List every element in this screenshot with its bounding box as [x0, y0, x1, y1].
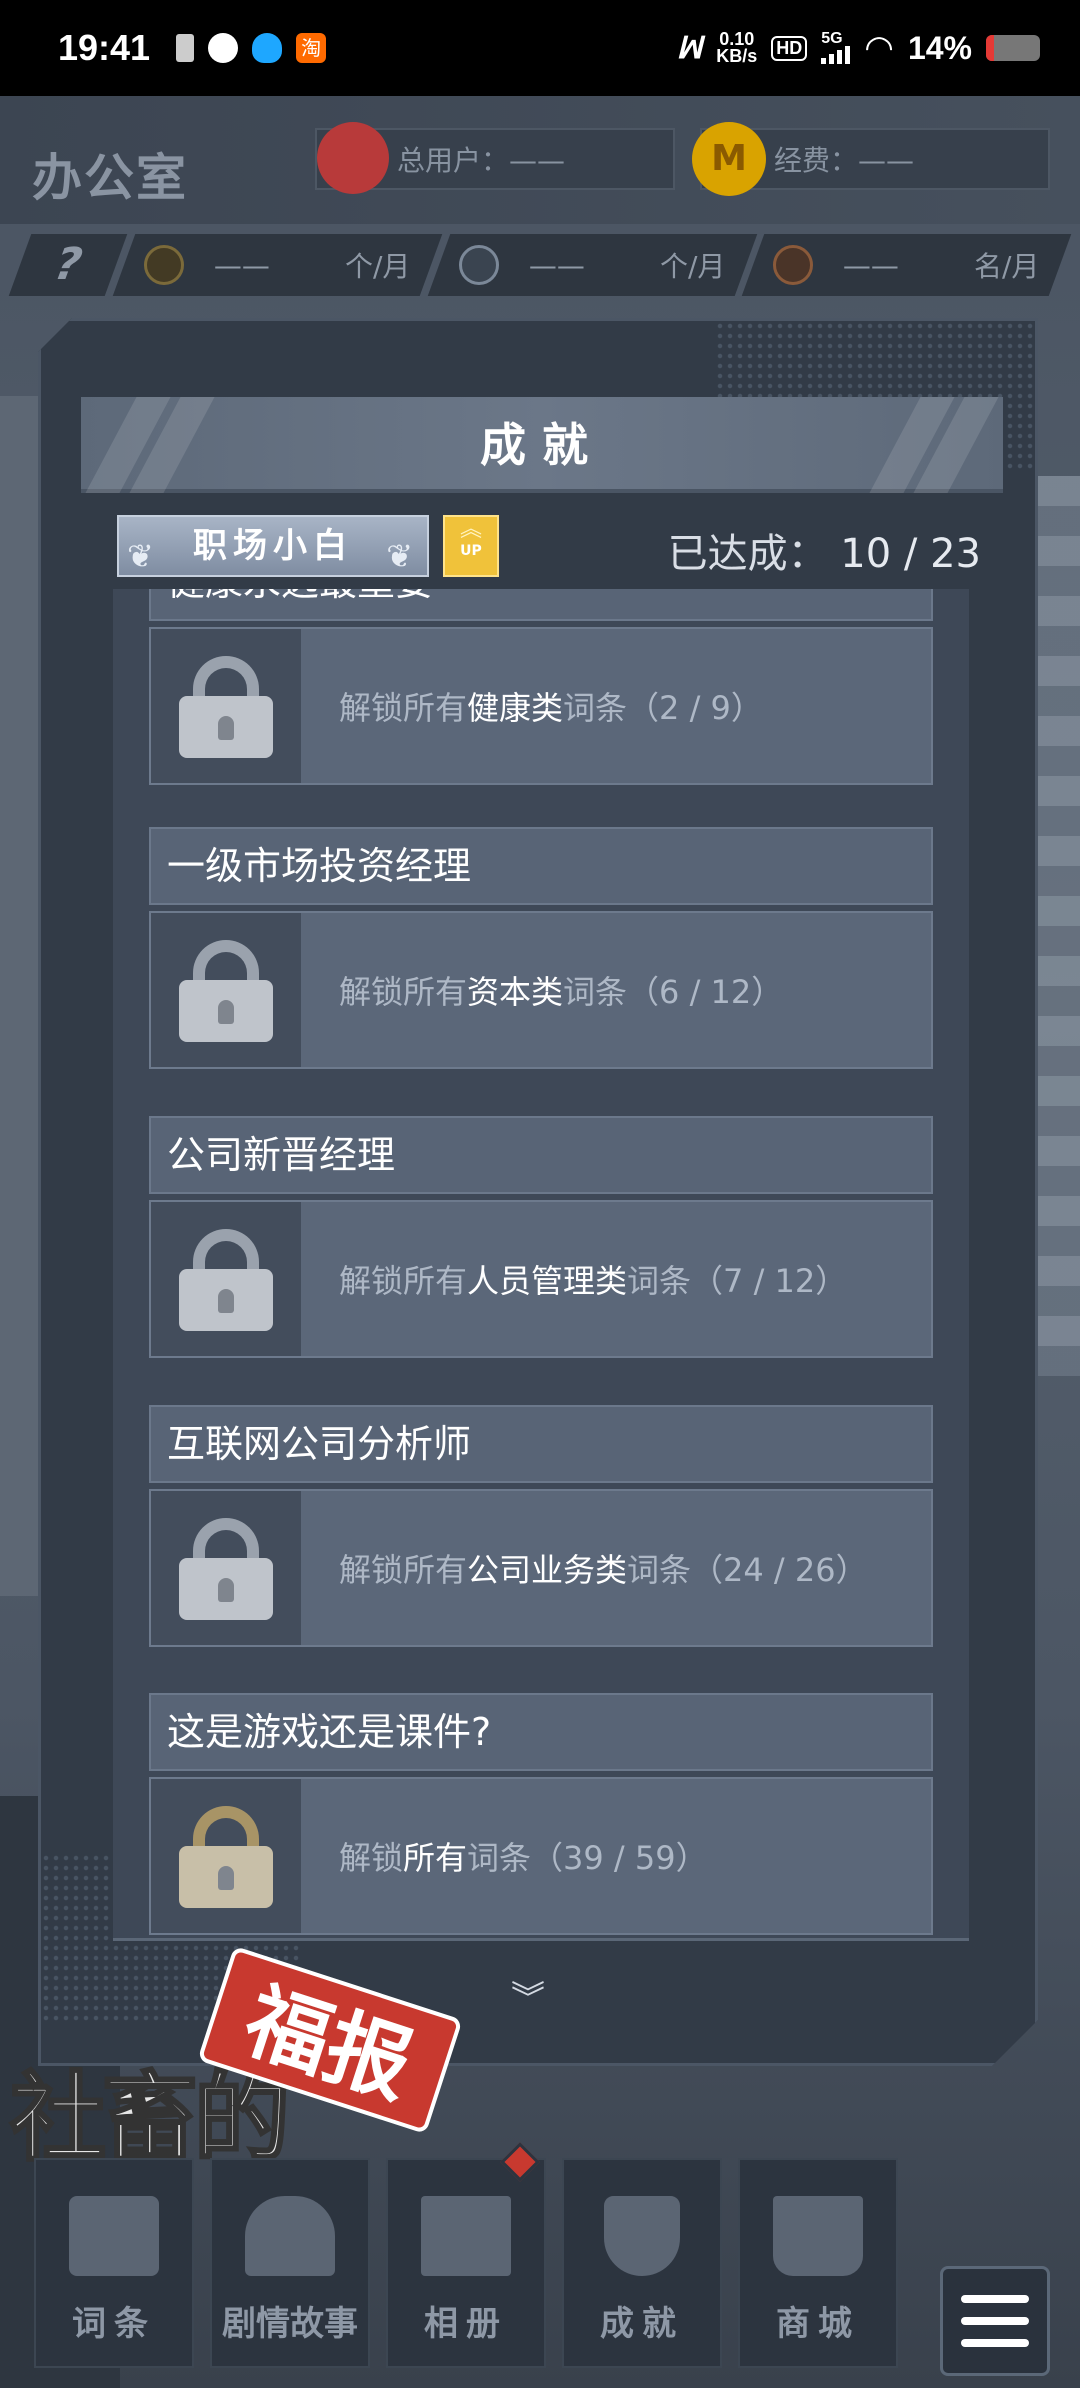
nav-shop-button[interactable]: 商城 — [738, 2158, 898, 2368]
nav-achievements-button[interactable]: 成就 — [562, 2158, 722, 2368]
stat-ideas[interactable]: —— 个/月 — [112, 234, 442, 296]
achievement-title: 这是游戏还是课件? — [149, 1693, 933, 1771]
battery-percent: 14% — [907, 29, 972, 66]
total-users-label: 总用户：—— — [397, 144, 566, 177]
rank-badge: ❦ 职场小白 ❦ — [117, 515, 429, 577]
achievement-desc: 解锁所有健康类词条（2 / 9） — [339, 689, 763, 727]
gold-lock-icon — [179, 1806, 273, 1906]
rank-up-button[interactable]: ︽ UP — [443, 515, 499, 577]
stat-staff[interactable]: —— 名/月 — [742, 234, 1072, 296]
nav-story-button[interactable]: 剧情故事 — [210, 2158, 370, 2368]
laurel-right-icon: ❦ — [386, 537, 419, 575]
modal-title-bar: 成就 — [81, 397, 1003, 493]
nfc-icon: ꟽ — [676, 31, 703, 65]
status-bar: 19:41 淘 ꟽ 0.10 KB/s HD 5G ◠ 14% — [0, 0, 1080, 96]
cart-icon — [773, 2196, 863, 2276]
taobao-icon: 淘 — [296, 33, 327, 63]
achievement-desc: 解锁所有人员管理类词条（7 / 12） — [339, 1262, 848, 1300]
achievement-item[interactable]: 健康永远最重要 解锁所有健康类词条（2 / 9） — [149, 589, 933, 785]
qq-icon — [252, 33, 283, 63]
wifi-icon: ◠ — [864, 29, 894, 67]
achievement-title: 互联网公司分析师 — [149, 1405, 933, 1483]
room-title: 办公室 — [32, 149, 188, 207]
menu-icon — [961, 2295, 1029, 2303]
battery-icon — [986, 35, 1040, 61]
help-button[interactable]: ? — [8, 234, 128, 296]
achievement-title: 公司新晋经理 — [149, 1116, 933, 1194]
chevron-up-icon: ︽ — [459, 517, 482, 542]
net-speed: 0.10 KB/s — [716, 29, 758, 66]
stat-tech[interactable]: —— 个/月 — [427, 234, 757, 296]
achievement-title: 健康永远最重要 — [149, 589, 933, 621]
coin-icon: M — [692, 122, 766, 196]
scroll-down-icon[interactable]: ︾ — [511, 1971, 545, 2020]
window-decoration — [0, 396, 40, 1596]
achievement-desc: 解锁所有资本类词条（6 / 12） — [339, 973, 784, 1011]
stats-bar: ? —— 个/月 —— 个/月 —— 名/月 — [8, 234, 1072, 296]
achievements-modal: 成就 ❦ 职场小白 ❦ ︽ UP 已达成： 10 / 23 健康永远最重要 解锁… — [38, 318, 1038, 2066]
lock-icon — [179, 940, 273, 1040]
achievement-desc: 解锁所有词条（39 / 59） — [339, 1839, 708, 1877]
funds-box[interactable]: M 经费：—— — [692, 122, 1050, 196]
lock-icon — [179, 656, 273, 756]
menu-button[interactable] — [940, 2266, 1050, 2376]
wrench-icon — [458, 245, 499, 285]
lightbulb-icon — [144, 245, 184, 285]
rank-label: 职场小白 — [193, 526, 353, 566]
sim-card-icon — [176, 34, 195, 62]
achievement-item[interactable]: 公司新晋经理 解锁所有人员管理类词条（7 / 12） — [149, 1116, 933, 1358]
trophy-icon — [604, 2196, 680, 2276]
achieved-count: 已达成： 10 / 23 — [667, 531, 981, 577]
lock-icon — [179, 1518, 273, 1618]
top-header: 办公室 总用户：—— M 经费：—— — [0, 96, 1080, 224]
laurel-left-icon: ❦ — [127, 537, 160, 575]
total-users-box[interactable]: 总用户：—— — [315, 122, 675, 194]
users-icon — [317, 122, 389, 194]
photo-icon — [421, 2196, 511, 2276]
book-icon — [245, 2196, 335, 2276]
nav-album-button[interactable]: 相册 — [386, 2142, 546, 2368]
signal-icon: 5G — [821, 31, 851, 64]
achievement-list[interactable]: 健康永远最重要 解锁所有健康类词条（2 / 9） 一级市场投资经理 解锁所有资本… — [113, 589, 969, 1941]
achievement-desc: 解锁所有公司业务类词条（24 / 26） — [339, 1551, 868, 1589]
modal-title: 成就 — [480, 418, 604, 472]
person-icon — [773, 245, 814, 285]
nav-entries-button[interactable]: 词条 — [34, 2158, 194, 2368]
wechat-icon — [208, 33, 239, 63]
hd-badge: HD — [771, 35, 808, 61]
achievement-title: 一级市场投资经理 — [149, 827, 933, 905]
notebook-icon — [69, 2196, 159, 2276]
funds-label: 经费：—— — [774, 144, 915, 177]
achievement-item[interactable]: 互联网公司分析师 解锁所有公司业务类词条（24 / 26） — [149, 1405, 933, 1647]
achievement-item[interactable]: 一级市场投资经理 解锁所有资本类词条（6 / 12） — [149, 827, 933, 1069]
clock: 19:41 — [58, 27, 151, 68]
achievement-item[interactable]: 这是游戏还是课件? 解锁所有词条（39 / 59） — [149, 1693, 933, 1935]
game-logo: 社畜的 福报 — [9, 1945, 470, 2180]
lock-icon — [179, 1229, 273, 1329]
bottom-nav: 词条 剧情故事 相册 成就 商城 — [34, 2142, 904, 2368]
